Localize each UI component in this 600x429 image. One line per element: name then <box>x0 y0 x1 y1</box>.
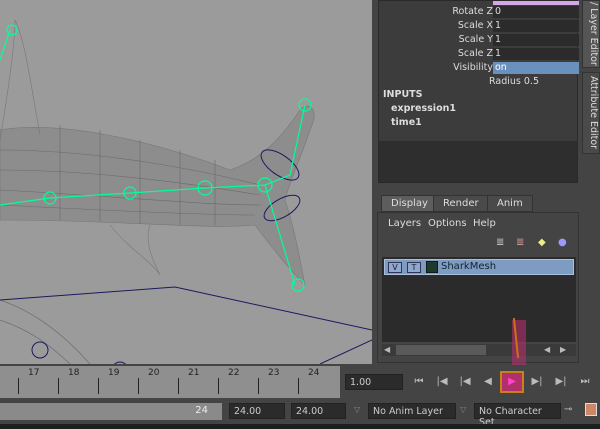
input-node[interactable]: expression1 <box>391 103 456 114</box>
scroll-right-icon[interactable]: ▶ <box>560 345 566 354</box>
new-empty-layer-icon[interactable]: ◆ <box>538 237 546 248</box>
play-forwards-icon[interactable]: ▶ <box>500 371 524 393</box>
step-forward-key-icon[interactable]: ▶| <box>528 373 546 391</box>
tab-layer-editor[interactable]: / Layer Editor <box>582 0 600 68</box>
template-toggle[interactable]: T <box>407 262 421 273</box>
attr-label: Rotate Z <box>452 6 493 17</box>
preferences-icon[interactable] <box>585 403 597 416</box>
anim-layer-dropdown-icon[interactable]: ▽ <box>354 405 360 414</box>
range-end-label: 24 <box>195 405 208 416</box>
scroll-left-icon[interactable]: ◀ <box>544 345 550 354</box>
layer-color-swatch[interactable] <box>426 261 438 273</box>
tick-label: 21 <box>188 368 200 378</box>
layer-name[interactable]: SharkMesh <box>441 261 496 272</box>
play-backwards-icon[interactable]: ◀ <box>479 373 497 391</box>
new-layer-icon[interactable]: ≣ <box>496 237 504 248</box>
step-back-frame-icon[interactable]: |◀ <box>433 373 451 391</box>
attr-value-field[interactable]: 0 <box>493 6 579 18</box>
range-slider[interactable]: 24 <box>0 403 222 420</box>
attr-row-radius: Radius 0.5 <box>379 76 579 89</box>
3d-viewport[interactable] <box>0 0 372 364</box>
tab-render[interactable]: Render <box>433 195 489 212</box>
tick-label: 20 <box>148 368 160 378</box>
range-bar: 24 24.00 24.00 ▽ No Anim Layer ▽ No Char… <box>0 400 600 428</box>
character-set-dropdown-icon[interactable]: ▽ <box>460 405 466 414</box>
command-line[interactable] <box>0 424 600 429</box>
attr-label: Scale Z <box>457 48 493 59</box>
selected-field <box>493 1 579 5</box>
layer-editor: Display Render Anim Layers Options Help … <box>377 195 579 363</box>
attr-value-field[interactable]: on <box>493 62 579 74</box>
attr-row-scale-y: Scale Y1 <box>379 34 579 47</box>
playback-start-field[interactable]: 24.00 <box>229 403 285 419</box>
menu-help[interactable]: Help <box>473 218 496 229</box>
shark-wireframe <box>0 19 372 364</box>
right-panel: Rotate Z0 Scale X1 Scale Y1 Scale Z1 Vis… <box>372 0 600 365</box>
new-layer-from-selected-icon[interactable]: ≣ <box>516 237 524 248</box>
attr-row-scale-x: Scale X1 <box>379 20 579 33</box>
character-set-selector[interactable]: No Character Set <box>474 403 561 428</box>
layer-list: V T SharkMesh <box>382 257 576 342</box>
go-to-end-icon[interactable]: ⏭ <box>576 373 594 391</box>
attr-label: Visibility <box>453 62 493 73</box>
attr-value-field[interactable]: 1 <box>493 48 579 60</box>
step-back-key-icon[interactable]: |◀ <box>456 373 474 391</box>
auto-key-icon[interactable]: ⊸ <box>564 404 572 415</box>
scroll-left-icon[interactable]: ◀ <box>384 345 390 354</box>
go-to-start-icon[interactable]: ⏮ <box>410 373 428 391</box>
menu-layers[interactable]: Layers <box>388 218 421 229</box>
current-time-field[interactable]: 1.00 <box>345 374 403 390</box>
attr-row-visibility: Visibility on <box>379 62 579 75</box>
notes-area[interactable] <box>379 141 577 182</box>
tick-label: 22 <box>228 368 240 378</box>
attr-label: Scale Y <box>458 34 493 45</box>
attribute-editor: Rotate Z0 Scale X1 Scale Y1 Scale Z1 Vis… <box>378 0 579 183</box>
playback-end-field[interactable]: 24.00 <box>291 403 346 419</box>
scroll-thumb[interactable] <box>396 345 486 355</box>
input-node[interactable]: time1 <box>391 117 422 128</box>
anim-layer-selector[interactable]: No Anim Layer <box>368 403 456 419</box>
radius-text: Radius 0.5 <box>489 76 539 87</box>
tick-label: 23 <box>268 368 280 378</box>
time-slider[interactable]: 17 18 19 20 21 22 23 24 <box>0 366 340 398</box>
horizontal-scrollbar[interactable]: ◀ ◀ ▶ <box>382 344 576 356</box>
tick-label: 24 <box>308 368 320 378</box>
attr-value-field[interactable]: 1 <box>493 34 579 46</box>
attr-row-scale-z: Scale Z1 <box>379 48 579 61</box>
tick-label: 17 <box>28 368 40 378</box>
tab-display[interactable]: Display <box>381 195 438 212</box>
attr-value-field[interactable]: 1 <box>493 20 579 32</box>
menu-options[interactable]: Options <box>428 218 467 229</box>
layer-row-sharkmesh[interactable]: V T SharkMesh <box>384 259 574 275</box>
tab-anim[interactable]: Anim <box>487 195 533 212</box>
tick-label: 18 <box>68 368 80 378</box>
attr-label: Scale X <box>457 20 493 31</box>
tick-label: 19 <box>108 368 120 378</box>
step-forward-frame-icon[interactable]: ▶| <box>552 373 570 391</box>
inputs-header: INPUTS <box>383 89 423 100</box>
attr-row-rotate-z: Rotate Z0 <box>379 6 579 19</box>
new-layer-selected-objects-icon[interactable]: ● <box>558 237 567 248</box>
tab-attribute-editor[interactable]: Attribute Editor <box>582 72 600 154</box>
visibility-toggle[interactable]: V <box>388 262 402 273</box>
